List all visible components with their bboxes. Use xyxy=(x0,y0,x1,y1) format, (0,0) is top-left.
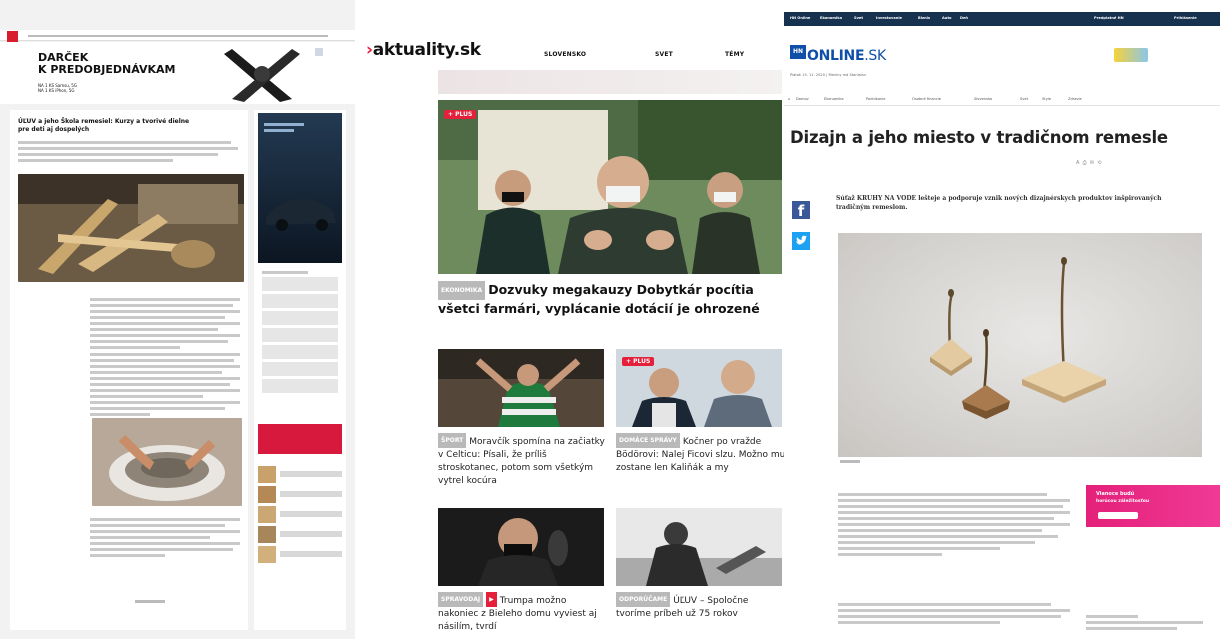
comment-icon[interactable]: ✉ xyxy=(1090,160,1094,166)
article-body-text-2 xyxy=(838,600,1070,627)
subscribe-link[interactable]: Predplatné HN xyxy=(1094,16,1124,20)
card-headline[interactable]: ŠPORT Moravčík spomína na začiatky v Celt… xyxy=(438,433,608,488)
category-tag[interactable]: EKONOMIKA xyxy=(438,281,486,300)
article-body-text-2 xyxy=(90,350,240,419)
secnav-item[interactable]: Zdravie xyxy=(1068,97,1082,101)
nav-slovensko[interactable]: SLOVENSKO xyxy=(544,51,586,58)
product-photo[interactable] xyxy=(838,233,1202,457)
sidebar-most-read[interactable] xyxy=(1086,612,1216,633)
secnav-item[interactable]: Osobné financie xyxy=(912,97,941,101)
category-tag[interactable]: SPRAVODAJ xyxy=(438,592,484,607)
share-icon[interactable]: ⟲ xyxy=(1097,160,1101,166)
photo-credit xyxy=(840,460,860,463)
article-body-text xyxy=(90,295,240,352)
card-headline[interactable]: SPRAVODAJ ▶ Trumpa možno nakoniec z Bieleh… xyxy=(438,592,608,634)
sidebar-thumb-list[interactable] xyxy=(258,466,342,566)
nav-svet[interactable]: SVET xyxy=(655,51,673,58)
workshop-photo xyxy=(18,174,244,282)
topnav-item[interactable]: Svet xyxy=(854,16,863,20)
home-icon[interactable]: ⌂ xyxy=(788,97,790,101)
login-link[interactable]: Prihlásenie xyxy=(1174,16,1197,20)
chevron-right-icon: › xyxy=(366,40,373,60)
sidebar-list[interactable] xyxy=(262,268,338,396)
article-intro-text xyxy=(18,138,240,165)
article-headline[interactable]: ÚĽUV a jeho Škola remesiel: Kurzy a tvor… xyxy=(18,118,240,134)
category-tag[interactable]: ŠPORT xyxy=(438,433,467,448)
article-title: Dizajn a jeho miesto v tradičnom remesle xyxy=(790,128,1168,147)
topnav-item[interactable]: Deň xyxy=(960,16,968,20)
card-image[interactable] xyxy=(616,508,782,586)
aktuality-logo[interactable]: ›aktuality.sk xyxy=(366,40,481,60)
secnav-item[interactable]: Svet xyxy=(1020,97,1028,101)
nav-temy[interactable]: TÉMY xyxy=(725,51,744,58)
section-navigation: ⌂ Domov Ekonomika Podnikanie Osobné fina… xyxy=(784,94,1220,106)
main-article-image[interactable] xyxy=(438,100,782,274)
hn-logo-icon[interactable]: HN xyxy=(790,45,806,59)
topnav-item[interactable]: Biznis xyxy=(918,16,930,20)
twitter-share-icon[interactable] xyxy=(792,232,810,250)
card-headline[interactable]: DOMÁCE SPRÁVY Kočner po vražde Bödörovi: … xyxy=(616,433,786,475)
topnav-item[interactable]: Ekonomika xyxy=(820,16,842,20)
pottery-photo xyxy=(92,418,242,506)
aktuality-screenshot-panel: ›aktuality.sk SLOVENSKO SVET TÉMY + PLUS xyxy=(358,0,788,639)
date-line: Piatok 13. 11. 2020 | Meniny má Stanisla… xyxy=(790,73,866,77)
close-icon[interactable] xyxy=(315,48,323,56)
top-banner[interactable] xyxy=(438,70,782,94)
topnav-item[interactable]: HN Online xyxy=(790,16,810,20)
secnav-item[interactable]: Domov xyxy=(796,97,809,101)
video-icon: ▶ xyxy=(486,592,497,607)
red-promo-box[interactable] xyxy=(258,424,342,454)
pink-advertisement[interactable]: Vianoce budú horúcou záležitosťou xyxy=(1086,485,1220,527)
site-logo[interactable] xyxy=(7,31,18,42)
secnav-item[interactable]: Podnikanie xyxy=(866,97,886,101)
plus-badge: + PLUS xyxy=(444,110,477,119)
partner-logo[interactable] xyxy=(1114,48,1148,62)
main-article-headline[interactable]: EKONOMIKA Dozvuky megakauzy Dobytkár pocí… xyxy=(438,281,778,317)
article-footer-text xyxy=(90,515,240,560)
topnav-item[interactable]: Investovanie xyxy=(876,16,902,20)
hnonline-logo[interactable]: ONLINE.SK xyxy=(807,48,886,64)
car-advertisement[interactable] xyxy=(258,113,342,263)
font-size-icon[interactable]: A xyxy=(1076,160,1079,166)
card-image[interactable] xyxy=(438,508,604,586)
print-icon[interactable]: ⎙ xyxy=(1083,160,1087,166)
secnav-item[interactable]: Style xyxy=(1042,97,1051,101)
banner-ad-title: DARČEK K PREDOBJEDNÁVKAM xyxy=(38,51,176,76)
article-lead: Súťaž KRUHY NA VODE lešteje a podporuje … xyxy=(836,195,1162,211)
category-tag[interactable]: ODPORÚČAME xyxy=(616,592,671,607)
secnav-item[interactable]: Slovensko xyxy=(974,97,992,101)
article-body-text xyxy=(838,490,1070,559)
top-navigation-bar: HN Online Ekonomika Svet Investovanie Bi… xyxy=(784,12,1220,26)
pagination[interactable] xyxy=(135,600,165,603)
card-headline[interactable]: ODPORÚČAME ÚĽUV – Spoločne tvoríme príbeh… xyxy=(616,592,786,621)
top-nav-links[interactable] xyxy=(28,35,328,37)
card-image[interactable] xyxy=(438,349,604,427)
secnav-item[interactable]: Ekonomika xyxy=(824,97,844,101)
hnonline-screenshot-panel: HN Online Ekonomika Svet Investovanie Bi… xyxy=(784,0,1220,639)
plus-badge: + PLUS xyxy=(622,357,655,366)
uluv-screenshot-panel: DARČEK K PREDOBJEDNÁVKAM NA 1 KS Samsu, … xyxy=(0,0,355,639)
category-tag[interactable]: DOMÁCE SPRÁVY xyxy=(616,433,680,448)
product-image xyxy=(224,49,300,102)
share-tools[interactable]: A ⎙ ✉ ⟲ xyxy=(1076,160,1101,166)
facebook-share-icon[interactable]: f xyxy=(792,201,810,220)
topnav-item[interactable]: Auto xyxy=(942,16,952,20)
banner-ad-subtitle: NA 1 KS Samsu, 5G NA 1 KS iPhon, 5G xyxy=(38,83,77,93)
